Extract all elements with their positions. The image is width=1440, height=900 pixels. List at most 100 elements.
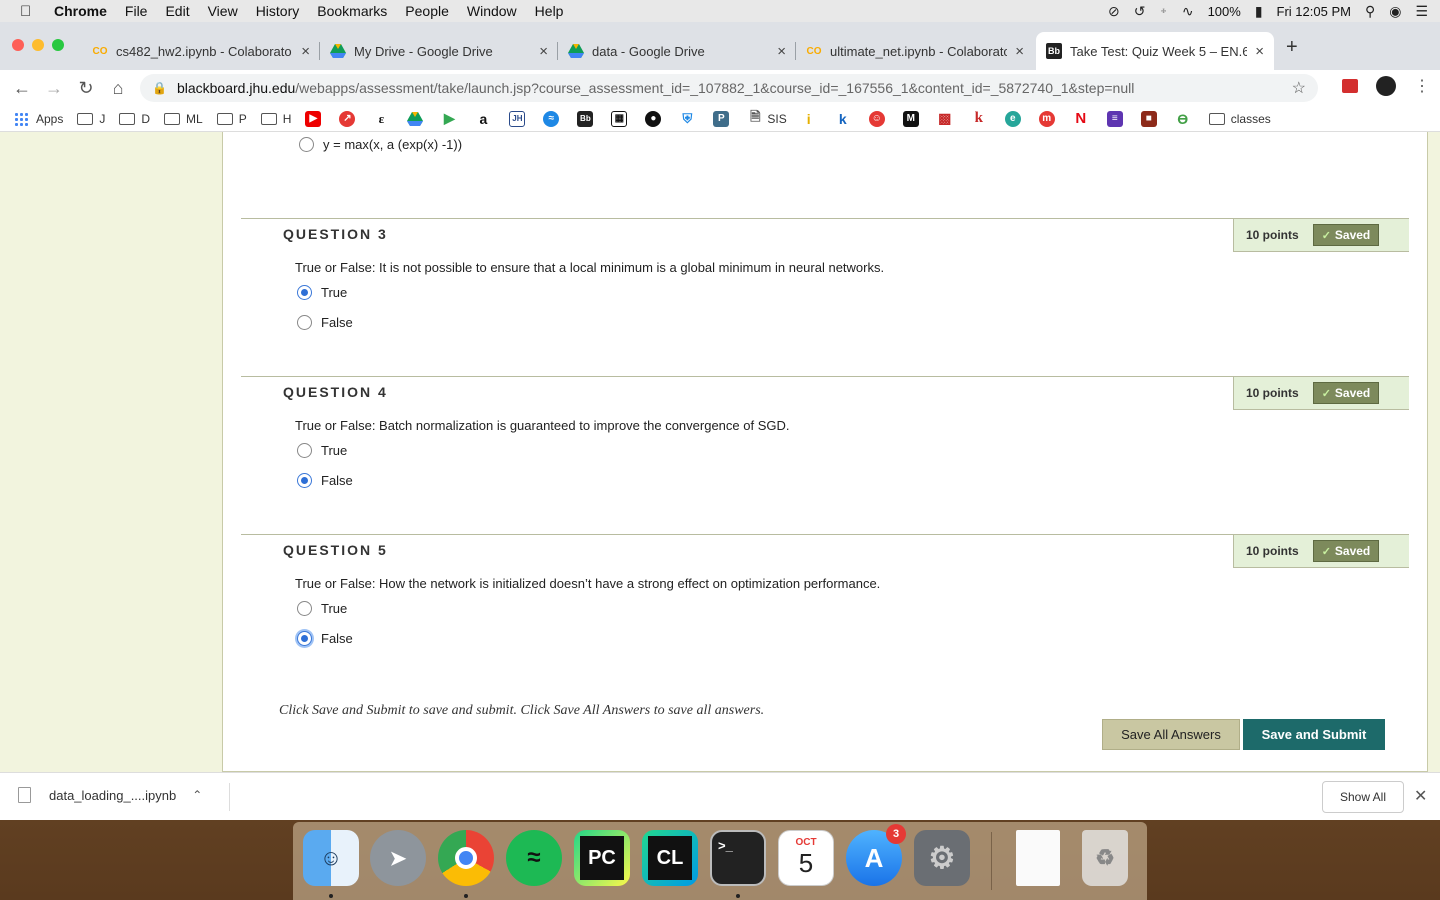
zoom-window-button[interactable] — [52, 39, 64, 51]
bookmark-kayak[interactable]: k — [971, 110, 991, 127]
menu-people[interactable]: People — [405, 3, 449, 19]
menu-view[interactable]: View — [208, 3, 238, 19]
tab-take-test-active[interactable]: Bb Take Test: Quiz Week 5 – EN.60 × — [1036, 32, 1274, 70]
bookmark-qr[interactable]: ▦ — [611, 110, 631, 127]
chevron-up-icon[interactable]: ⌃ — [192, 788, 202, 802]
battery-icon[interactable]: ▮ — [1255, 3, 1263, 20]
chrome-menu-icon[interactable]: ⋮ — [1414, 76, 1430, 96]
calendar-icon[interactable]: OCT 5 — [778, 830, 834, 886]
bookmark-blackboard[interactable]: Bb — [577, 110, 597, 127]
wifi-icon[interactable]: ∿ — [1182, 3, 1194, 20]
bookmark-folder-p[interactable]: P — [216, 112, 247, 126]
bookmark-play[interactable]: ▶ — [441, 110, 461, 127]
home-icon[interactable]: ⌂ — [102, 78, 134, 99]
bookmark-star-icon[interactable]: ☆ — [1292, 78, 1306, 98]
bookmark-folder-h[interactable]: H — [260, 112, 291, 126]
siri-icon[interactable]: ◉ — [1389, 3, 1401, 20]
time-machine-icon[interactable]: ↺ — [1134, 3, 1146, 20]
terminal-icon[interactable]: >_ — [710, 830, 766, 886]
bookmark-netflix[interactable]: N — [1073, 110, 1093, 127]
menubar-clock[interactable]: Fri 12:05 PM — [1277, 4, 1351, 19]
document-icon[interactable] — [1016, 830, 1060, 886]
close-tab-icon[interactable]: × — [1015, 43, 1024, 60]
forward-arrow-icon[interactable]: → — [38, 78, 70, 99]
option-true[interactable]: True — [297, 601, 347, 616]
chrome-icon[interactable] — [438, 830, 494, 886]
bookmark-jh[interactable]: JH — [509, 110, 529, 127]
trash-icon[interactable]: ♻ — [1082, 830, 1128, 886]
minimize-window-button[interactable] — [32, 39, 44, 51]
bookmark-box[interactable]: ▩ — [937, 110, 957, 127]
address-bar[interactable]: 🔒 blackboard.jhu.edu/webapps/assessment/… — [140, 74, 1318, 102]
pycharm-icon[interactable]: PC — [574, 830, 630, 886]
bookmark-folder-d[interactable]: D — [119, 112, 150, 126]
spotify-icon[interactable]: ≈ — [506, 830, 562, 886]
bookmark-list[interactable]: ≡ — [1106, 110, 1127, 127]
menu-file[interactable]: File — [125, 3, 148, 19]
app-store-icon[interactable]: A 3 — [846, 824, 906, 886]
bookmark-github[interactable]: ● — [645, 110, 665, 127]
bookmark-youtube[interactable]: ▶ — [305, 110, 325, 127]
menu-history[interactable]: History — [256, 3, 300, 19]
radio-button[interactable] — [297, 601, 312, 616]
menu-edit[interactable]: Edit — [165, 3, 189, 19]
finder-icon[interactable]: ☺ — [303, 830, 359, 886]
bookmark-leaf[interactable]: ϴ — [1175, 111, 1195, 127]
save-all-answers-button[interactable]: Save All Answers — [1102, 719, 1240, 750]
back-arrow-icon[interactable]: ← — [6, 78, 38, 99]
bookmark-folder-classes[interactable]: classes — [1208, 112, 1271, 126]
save-and-submit-button[interactable]: Save and Submit — [1243, 719, 1385, 750]
extension-icon[interactable] — [1342, 79, 1358, 93]
bookmark-reddit[interactable]: ☺ — [868, 110, 889, 127]
radio-button[interactable] — [299, 137, 314, 152]
bookmark-robinhood[interactable]: ↗ — [339, 110, 359, 127]
bookmark-edge[interactable]: e — [1004, 110, 1025, 127]
bookmark-pocket[interactable]: ⛨ — [679, 111, 699, 127]
menu-help[interactable]: Help — [535, 3, 564, 19]
bookmark-p[interactable]: P — [713, 110, 733, 127]
option-false[interactable]: False — [297, 315, 353, 330]
option-false[interactable]: False — [297, 473, 353, 488]
clion-icon[interactable]: CL — [642, 830, 698, 886]
system-preferences-icon[interactable]: ⚙ — [914, 830, 970, 886]
bluetooth-icon[interactable]: ᛭ — [1159, 3, 1167, 19]
reload-icon[interactable]: ↻ — [70, 78, 102, 99]
close-tab-icon[interactable]: × — [539, 43, 548, 60]
close-download-bar-icon[interactable]: ✕ — [1414, 786, 1427, 806]
show-all-downloads-button[interactable]: Show All — [1322, 781, 1404, 813]
bookmark-sis[interactable]: 🗎 SIS — [747, 109, 787, 127]
apple-icon[interactable]:  — [20, 3, 38, 20]
tab-colab-ultimate-net[interactable]: CO ultimate_net.ipynb - Colaborato × — [796, 32, 1034, 70]
option-true[interactable]: True — [297, 285, 347, 300]
bookmark-amazon[interactable]: a — [475, 111, 495, 127]
radio-button-selected[interactable] — [297, 473, 312, 488]
radio-button-selected[interactable] — [297, 285, 312, 300]
do-not-disturb-icon[interactable]: ⊘ — [1108, 3, 1120, 20]
close-tab-icon[interactable]: × — [777, 43, 786, 60]
close-window-button[interactable] — [12, 39, 24, 51]
launchpad-icon[interactable]: ➤ — [370, 830, 426, 886]
tab-data-drive[interactable]: data - Google Drive × — [558, 32, 796, 70]
bookmark-folder-ml[interactable]: ML — [164, 112, 203, 126]
bookmark-messenger[interactable]: ≈ — [543, 110, 563, 127]
radio-button-selected[interactable] — [297, 631, 312, 646]
menu-bookmarks[interactable]: Bookmarks — [317, 3, 387, 19]
option-false[interactable]: False — [297, 631, 353, 646]
lock-icon[interactable]: 🔒 — [152, 81, 167, 95]
new-tab-button[interactable]: + — [1286, 36, 1298, 59]
bookmark-handshake[interactable]: i — [801, 111, 821, 127]
bookmark-folder-j[interactable]: J — [77, 112, 105, 126]
bookmark-khan[interactable]: k — [835, 111, 855, 127]
download-item[interactable]: data_loading_....ipynb ⌃ — [18, 787, 202, 803]
close-tab-icon[interactable]: × — [1255, 43, 1264, 60]
bookmark-mcafee[interactable]: m — [1038, 110, 1059, 127]
bookmark-economist[interactable]: ε — [373, 111, 393, 127]
profile-avatar-icon[interactable] — [1376, 76, 1396, 96]
bookmark-drive[interactable] — [407, 111, 427, 127]
tab-colab-hw2[interactable]: CO cs482_hw2.ipynb - Colaborato × — [82, 32, 320, 70]
close-tab-icon[interactable]: × — [301, 43, 310, 60]
prev-question-option[interactable]: y = max(x, a (exp(x) -1)) — [299, 137, 462, 152]
tab-my-drive[interactable]: My Drive - Google Drive × — [320, 32, 558, 70]
spotlight-search-icon[interactable]: ⚲ — [1365, 3, 1375, 20]
bookmark-medium[interactable]: M — [902, 110, 923, 127]
